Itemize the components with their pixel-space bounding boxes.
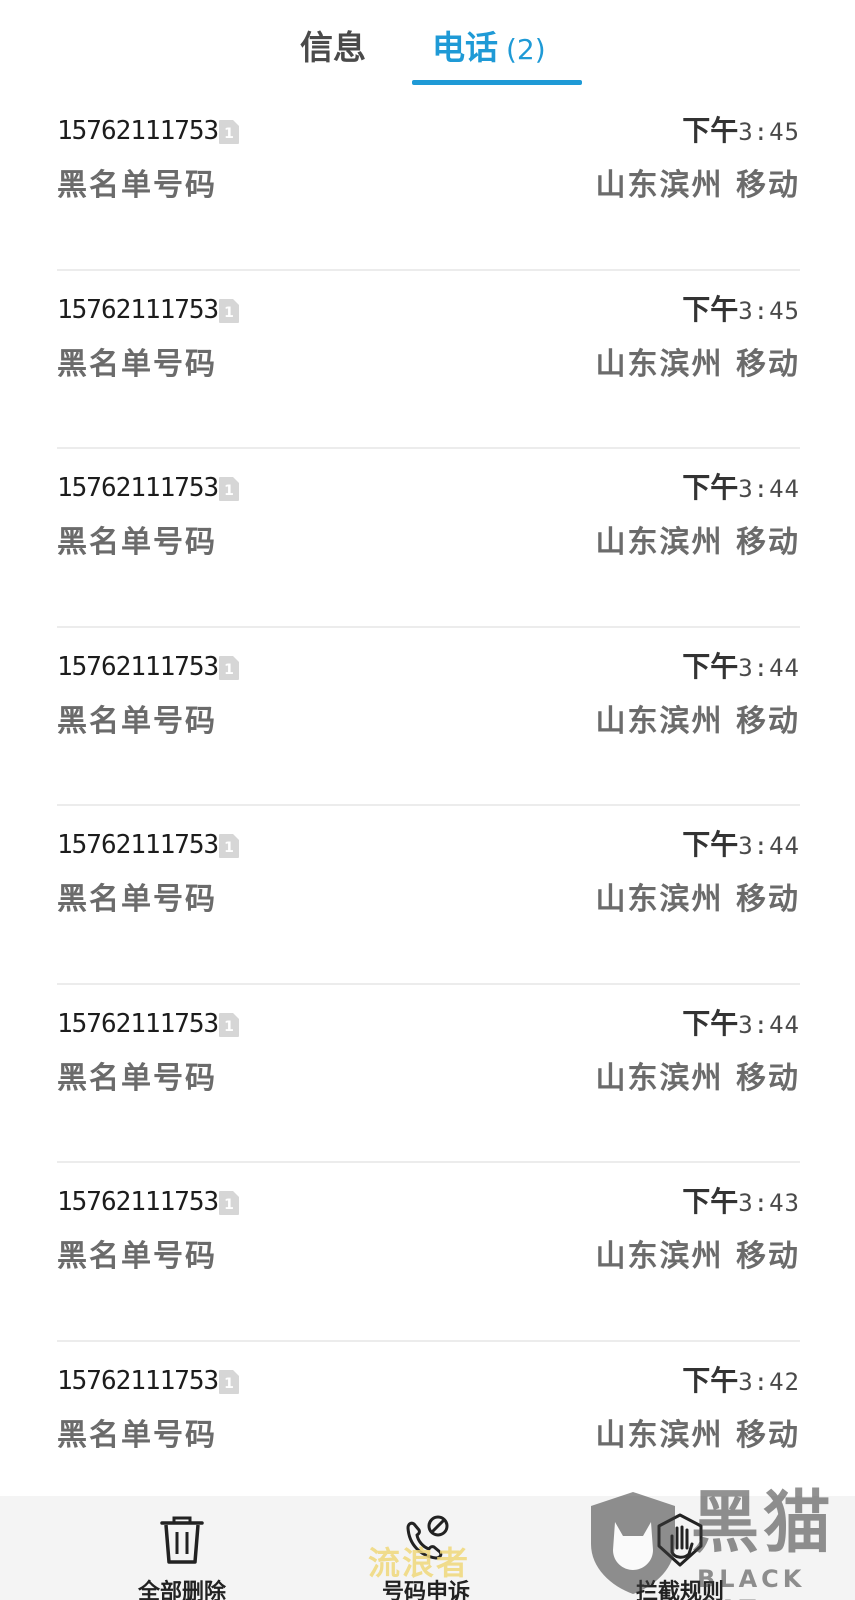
active-tab-indicator bbox=[412, 80, 582, 85]
call-time-value: 3:42 bbox=[738, 1367, 800, 1396]
call-time-period: 下午 bbox=[682, 114, 739, 147]
sim-card-icon: 1 bbox=[219, 120, 239, 144]
call-row[interactable]: 15762111753 1 黑名单号码 下午3:44 山东滨州 移动 bbox=[0, 985, 855, 1163]
caller-label: 黑名单号码 bbox=[57, 346, 217, 382]
call-row[interactable]: 15762111753 1 黑名单号码 下午3:43 山东滨州 移动 bbox=[0, 1163, 855, 1342]
caller-number: 15762111753 bbox=[57, 473, 219, 503]
tab-messages-label: 信息 bbox=[300, 28, 366, 67]
tab-bar: 信息 电话 (2) bbox=[0, 0, 855, 92]
caller-number: 15762111753 bbox=[57, 116, 219, 146]
svg-text:1: 1 bbox=[224, 1197, 234, 1213]
call-time-value: 3:44 bbox=[738, 1010, 800, 1039]
svg-text:1: 1 bbox=[224, 305, 234, 321]
call-time-period: 下午 bbox=[682, 1185, 739, 1218]
caller-location: 山东滨州 移动 bbox=[595, 525, 800, 560]
caller-label: 黑名单号码 bbox=[57, 882, 217, 917]
watermark-logo-en: BLACK CAT bbox=[697, 1565, 806, 1600]
call-time-value: 3:44 bbox=[738, 475, 800, 503]
svg-text:1: 1 bbox=[224, 1019, 234, 1035]
watermark-logo-cn: 黑猫 bbox=[691, 1484, 836, 1563]
caller-location: 山东滨州 移动 bbox=[595, 1417, 800, 1453]
call-time: 下午3:44 bbox=[682, 471, 800, 509]
caller-label: 黑名单号码 bbox=[57, 703, 217, 739]
blocked-call-list: 15762111753 1 黑名单号码 下午3:45 山东滨州 移动 15762… bbox=[0, 92, 855, 1520]
sim-card-icon: 1 bbox=[219, 834, 239, 858]
caller-label: 黑名单号码 bbox=[57, 1060, 217, 1096]
call-time-value: 3:43 bbox=[738, 1189, 800, 1217]
sim-card-icon: 1 bbox=[219, 298, 239, 323]
call-row[interactable]: 15762111753 1 黑名单号码 下午3:45 山东滨州 移动 bbox=[0, 271, 855, 449]
call-time-period: 下午 bbox=[682, 292, 739, 326]
caller-label: 黑名单号码 bbox=[57, 1417, 217, 1453]
caller-label: 黑名单号码 bbox=[57, 525, 217, 560]
sim-card-icon: 1 bbox=[219, 477, 239, 501]
caller-location: 山东滨州 移动 bbox=[595, 882, 800, 917]
caller-label: 黑名单号码 bbox=[57, 1239, 217, 1274]
caller-number: 15762111753 bbox=[57, 1008, 219, 1039]
caller-location: 山东滨州 移动 bbox=[595, 1060, 800, 1096]
call-row[interactable]: 15762111753 1 黑名单号码 下午3:44 山东滨州 移动 bbox=[0, 449, 855, 628]
caller-number: 15762111753 bbox=[57, 651, 219, 682]
tab-calls[interactable]: 电话 (2) bbox=[432, 26, 546, 72]
caller-number: 15762111753 bbox=[57, 294, 219, 325]
call-time-period: 下午 bbox=[682, 471, 739, 504]
call-time: 下午3:44 bbox=[682, 828, 800, 866]
call-row[interactable]: 15762111753 1 黑名单号码 下午3:45 山东滨州 移动 bbox=[0, 92, 855, 271]
caller-location: 山东滨州 移动 bbox=[595, 1239, 800, 1274]
caller-location: 山东滨州 移动 bbox=[595, 703, 800, 739]
call-time: 下午3:45 bbox=[682, 293, 800, 331]
svg-text:1: 1 bbox=[224, 840, 234, 856]
delete-all-button[interactable]: 全部删除 bbox=[82, 1496, 282, 1600]
call-time-value: 3:44 bbox=[738, 832, 800, 860]
tab-messages[interactable]: 信息 bbox=[300, 26, 366, 70]
blocked-calls-screen: 信息 电话 (2) 15762111753 1 黑名单号码 下午3:45 山东滨州… bbox=[0, 0, 855, 1600]
caller-number: 15762111753 bbox=[57, 1187, 219, 1217]
call-time: 下午3:45 bbox=[682, 114, 800, 152]
sim-card-icon: 1 bbox=[219, 1191, 239, 1215]
tab-calls-label: 电话 bbox=[432, 28, 498, 67]
call-time: 下午3:43 bbox=[682, 1185, 800, 1223]
call-time-value: 3:45 bbox=[738, 296, 800, 325]
svg-text:1: 1 bbox=[224, 1376, 234, 1392]
caller-label: 黑名单号码 bbox=[57, 168, 217, 203]
watermark-text: 流浪者 bbox=[368, 1544, 471, 1582]
call-time: 下午3:44 bbox=[682, 650, 800, 688]
call-time-period: 下午 bbox=[682, 649, 739, 683]
svg-text:1: 1 bbox=[224, 126, 234, 142]
call-row[interactable]: 15762111753 1 黑名单号码 下午3:44 山东滨州 移动 bbox=[0, 628, 855, 806]
call-time-period: 下午 bbox=[682, 828, 739, 861]
call-time-value: 3:44 bbox=[738, 653, 800, 682]
sim-card-icon: 1 bbox=[219, 655, 239, 680]
call-time: 下午3:44 bbox=[682, 1007, 800, 1045]
svg-text:1: 1 bbox=[224, 483, 234, 499]
caller-number: 15762111753 bbox=[57, 830, 219, 860]
call-time: 下午3:42 bbox=[682, 1364, 800, 1402]
delete-all-label: 全部删除 bbox=[137, 1580, 226, 1600]
tab-calls-count: (2) bbox=[506, 33, 546, 66]
caller-number: 15762111753 bbox=[57, 1365, 219, 1396]
sim-card-icon: 1 bbox=[219, 1369, 239, 1394]
call-time-period: 下午 bbox=[682, 1006, 739, 1040]
cat-shield-icon bbox=[591, 1492, 675, 1594]
call-time-value: 3:45 bbox=[738, 118, 800, 146]
call-time-period: 下午 bbox=[682, 1363, 739, 1397]
sim-card-icon: 1 bbox=[219, 1012, 239, 1037]
call-row[interactable]: 15762111753 1 黑名单号码 下午3:44 山东滨州 移动 bbox=[0, 806, 855, 985]
black-cat-watermark: 黑猫 BLACK CAT bbox=[585, 1484, 855, 1600]
svg-text:1: 1 bbox=[224, 662, 234, 678]
caller-location: 山东滨州 移动 bbox=[595, 168, 800, 203]
trash-icon bbox=[160, 1516, 204, 1564]
caller-location: 山东滨州 移动 bbox=[595, 346, 800, 382]
